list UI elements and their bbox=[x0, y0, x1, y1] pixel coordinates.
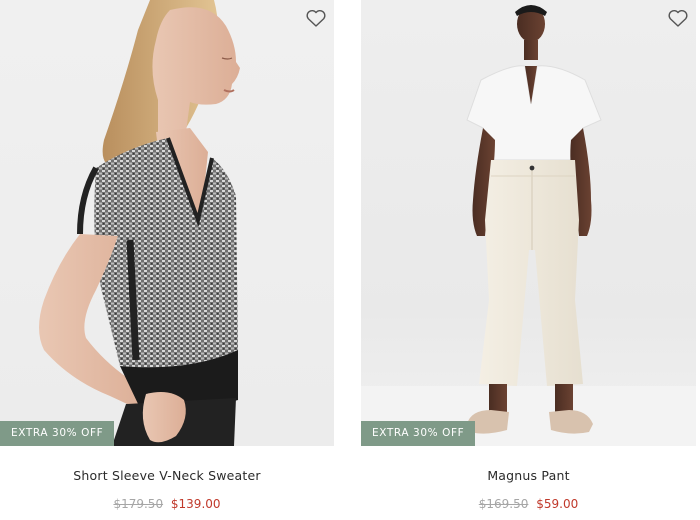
heart-outline-icon bbox=[668, 10, 688, 27]
product-card[interactable]: EXTRA 30% OFF Magnus Pant $169.50 $59.00 bbox=[361, 0, 696, 520]
product-name[interactable]: Short Sleeve V-Neck Sweater bbox=[0, 468, 334, 483]
product-image[interactable]: EXTRA 30% OFF bbox=[361, 0, 696, 446]
original-price: $169.50 bbox=[478, 497, 529, 511]
price-row: $179.50 $139.00 bbox=[0, 497, 334, 511]
wishlist-heart-icon[interactable] bbox=[666, 6, 690, 30]
product-card[interactable]: EXTRA 30% OFF Short Sleeve V-Neck Sweate… bbox=[0, 0, 334, 520]
product-grid: EXTRA 30% OFF Short Sleeve V-Neck Sweate… bbox=[0, 0, 700, 520]
wishlist-heart-icon[interactable] bbox=[304, 6, 328, 30]
sale-price: $139.00 bbox=[170, 497, 221, 511]
sweater-model-illustration bbox=[39, 0, 240, 446]
pant-model-illustration bbox=[361, 5, 696, 446]
sale-price: $59.00 bbox=[536, 497, 579, 511]
heart-outline-icon bbox=[306, 10, 326, 27]
promo-badge: EXTRA 30% OFF bbox=[0, 421, 115, 446]
original-price: $179.50 bbox=[113, 497, 164, 511]
product-image[interactable]: EXTRA 30% OFF bbox=[0, 0, 334, 446]
price-row: $169.50 $59.00 bbox=[361, 497, 696, 511]
promo-badge: EXTRA 30% OFF bbox=[361, 421, 476, 446]
product-name[interactable]: Magnus Pant bbox=[361, 468, 696, 483]
